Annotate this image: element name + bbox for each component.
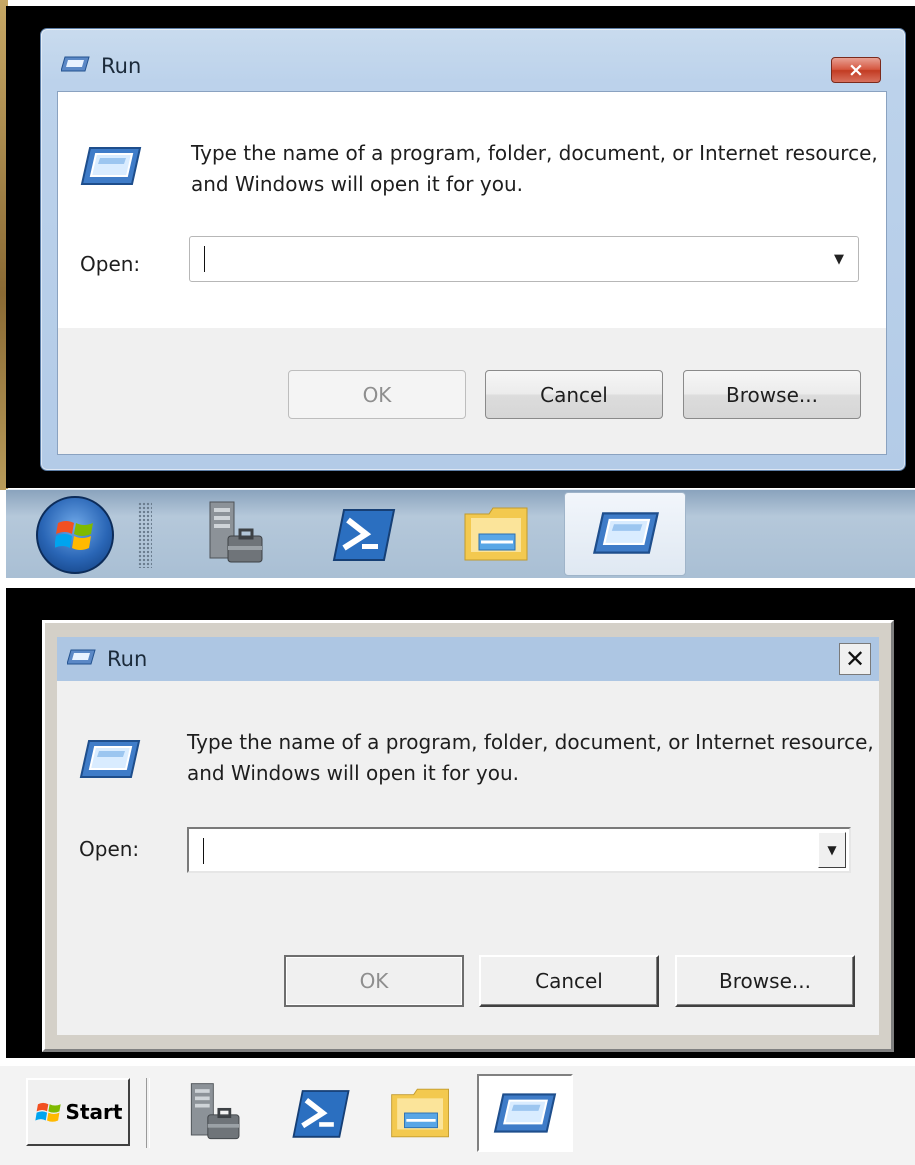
dialog-content: Type the name of a program, folder, docu…	[58, 92, 886, 328]
file-explorer-icon[interactable]	[461, 498, 533, 570]
title-bar[interactable]: Run ✕	[57, 637, 879, 681]
open-label: Open:	[80, 252, 141, 276]
server-manager-icon[interactable]	[184, 1080, 250, 1146]
text-cursor	[203, 838, 204, 864]
windows-logo-icon	[55, 521, 93, 550]
start-button[interactable]: Start	[26, 1078, 130, 1146]
taskbar-run-button-active[interactable]	[477, 1074, 573, 1152]
taskbar: Start	[0, 1064, 915, 1165]
dropdown-arrow-icon[interactable]: ▼	[818, 832, 846, 868]
run-small-icon	[60, 54, 91, 78]
powershell-icon[interactable]	[288, 1080, 354, 1146]
powershell-icon[interactable]	[328, 498, 400, 570]
classic-screenshot: Run ✕ Type the name of a program, folder…	[0, 588, 915, 1165]
browse-button[interactable]: Browse...	[675, 955, 855, 1007]
run-icon	[593, 512, 659, 554]
dialog-client-area: Type the name of a program, folder, docu…	[57, 681, 879, 1035]
start-orb-button[interactable]	[36, 496, 114, 574]
run-dialog-window: Run ✕ Type the name of a program, folder…	[42, 620, 894, 1052]
dialog-title: Run	[107, 647, 148, 671]
taskbar	[6, 489, 915, 578]
ok-button[interactable]: OK	[284, 955, 464, 1007]
instruction-text: Type the name of a program, folder, docu…	[187, 730, 874, 785]
open-combobox[interactable]: ▼	[187, 827, 851, 873]
open-combobox[interactable]: ▼	[189, 236, 859, 282]
file-explorer-icon[interactable]	[388, 1080, 454, 1146]
start-label: Start	[65, 1100, 123, 1124]
dialog-client-area: Type the name of a program, folder, docu…	[57, 91, 887, 455]
cancel-button[interactable]: Cancel	[479, 955, 659, 1007]
cancel-button[interactable]: Cancel	[485, 370, 663, 419]
run-small-icon	[66, 647, 97, 671]
instruction-text: Type the name of a program, folder, docu…	[191, 141, 878, 196]
close-button[interactable]: ✕	[839, 643, 871, 675]
server-manager-icon[interactable]	[202, 498, 274, 570]
taskbar-run-button-active[interactable]	[564, 492, 686, 576]
taskbar-grip[interactable]	[138, 502, 152, 568]
windows-logo-icon	[34, 1102, 61, 1122]
title-bar[interactable]: Run	[60, 53, 142, 79]
dialog-frame: Run ✕ Type the name of a program, folder…	[57, 637, 879, 1035]
run-dialog-window: Run × Type the name of a program, folder…	[40, 28, 906, 471]
text-cursor	[204, 246, 205, 272]
ok-button[interactable]: OK	[288, 370, 466, 419]
run-icon	[493, 1093, 557, 1133]
open-label: Open:	[79, 837, 140, 861]
close-button[interactable]: ×	[831, 57, 881, 83]
run-icon	[80, 144, 142, 188]
taskbar-separator	[146, 1078, 150, 1148]
dialog-title: Run	[101, 54, 142, 78]
browse-button[interactable]: Browse...	[683, 370, 861, 419]
run-icon	[79, 737, 141, 781]
aero-screenshot: Run × Type the name of a program, folder…	[0, 0, 915, 578]
dropdown-arrow-icon[interactable]: ▼	[826, 237, 852, 281]
